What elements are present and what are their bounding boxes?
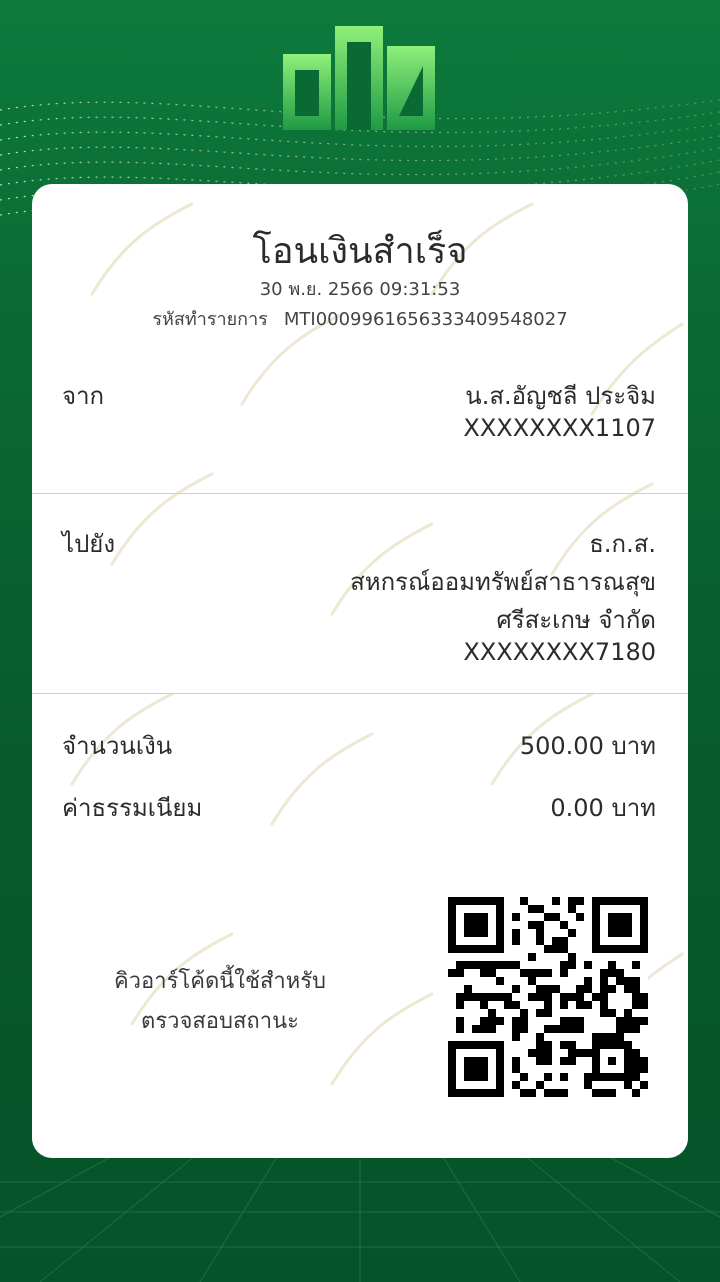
to-label: ไปยัง — [62, 530, 116, 558]
qr-code-icon[interactable] — [448, 897, 648, 1097]
transaction-id-label: รหัสทำรายการ — [152, 309, 268, 330]
background-grid-decoration — [0, 1152, 720, 1282]
from-name: น.ส.อัญชลี ประจิม — [465, 382, 656, 410]
divider — [32, 693, 688, 694]
to-account: XXXXXXXX7180 — [463, 638, 656, 666]
to-name-line1: สหกรณ์ออมทรัพย์สาธารณสุข — [350, 568, 656, 596]
to-bank: ธ.ก.ส. — [589, 530, 656, 558]
transaction-id-row: รหัสทำรายการ MTI0009961656333409548027 — [32, 304, 688, 333]
baac-logo-icon — [283, 26, 435, 130]
from-label: จาก — [62, 382, 105, 410]
fee-label: ค่าธรรมเนียม — [62, 794, 203, 822]
fee-value: 0.00 บาท — [550, 794, 656, 822]
qr-caption: คิวอาร์โค้ดนี้ใช้สำหรับ ตรวจสอบสถานะ — [72, 962, 368, 1042]
amount-value: 500.00 บาท — [519, 732, 656, 760]
from-account: XXXXXXXX1107 — [463, 414, 656, 442]
page-title: โอนเงินสำเร็จ — [252, 231, 468, 272]
divider — [32, 493, 688, 494]
qr-caption-line1: คิวอาร์โค้ดนี้ใช้สำหรับ — [113, 969, 327, 994]
receipt-card: โอนเงินสำเร็จ 30 พ.ย. 2566 09:31:53 รหัส… — [32, 184, 688, 1158]
to-name-line2: ศรีสะเกษ จำกัด — [496, 606, 656, 634]
amount-label: จำนวนเงิน — [62, 732, 173, 760]
transaction-id-value: MTI0009961656333409548027 — [283, 309, 568, 330]
qr-caption-line2: ตรวจสอบสถานะ — [141, 1009, 299, 1034]
transaction-datetime: 30 พ.ย. 2566 09:31:53 — [259, 279, 461, 300]
